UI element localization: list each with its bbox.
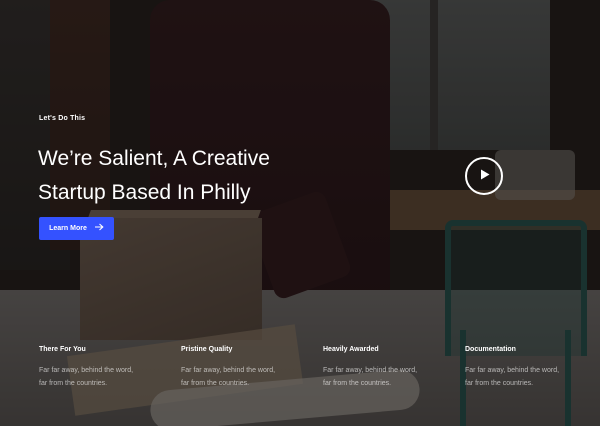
play-icon: [478, 167, 490, 185]
feature-title: Documentation: [465, 346, 516, 353]
feature-item: Heavily Awarded Far far away, behind the…: [323, 346, 443, 390]
feature-columns: There For You Far far away, behind the w…: [39, 346, 579, 396]
feature-text-line-1: Far far away, behind the word,: [181, 367, 276, 374]
feature-text-line-2: far from the countries.: [181, 380, 250, 387]
feature-item: There For You Far far away, behind the w…: [39, 346, 159, 390]
feature-item: Pristine Quality Far far away, behind th…: [181, 346, 301, 390]
feature-title: Heavily Awarded: [323, 346, 379, 353]
feature-text-line-2: far from the countries.: [39, 380, 108, 387]
feature-title: There For You: [39, 346, 86, 353]
hero-section: Let's Do This We’re Salient, A Creative …: [0, 0, 600, 426]
feature-text-line-1: Far far away, behind the word,: [39, 367, 134, 374]
feature-text: Far far away, behind the word, far from …: [181, 364, 291, 390]
hero-headline-line-1: We’re Salient, A Creative: [38, 147, 270, 171]
hero-eyebrow: Let's Do This: [39, 115, 86, 122]
feature-text: Far far away, behind the word, far from …: [323, 364, 433, 390]
hero-headline: We’re Salient, A Creative Startup Based …: [38, 142, 338, 210]
feature-text-line-1: Far far away, behind the word,: [323, 367, 418, 374]
hero-content: Let's Do This We’re Salient, A Creative …: [0, 0, 600, 426]
feature-text: Far far away, behind the word, far from …: [465, 364, 575, 390]
feature-title: Pristine Quality: [181, 346, 233, 353]
arrow-right-icon: [94, 223, 104, 234]
learn-more-button[interactable]: Learn More: [39, 217, 114, 240]
feature-text-line-1: Far far away, behind the word,: [465, 367, 560, 374]
feature-text: Far far away, behind the word, far from …: [39, 364, 149, 390]
feature-text-line-2: far from the countries.: [323, 380, 392, 387]
feature-text-line-2: far from the countries.: [465, 380, 534, 387]
hero-headline-line-2: Startup Based In Philly: [38, 181, 251, 205]
feature-item: Documentation Far far away, behind the w…: [465, 346, 585, 390]
play-video-button[interactable]: [465, 157, 503, 195]
learn-more-label: Learn More: [49, 225, 87, 232]
